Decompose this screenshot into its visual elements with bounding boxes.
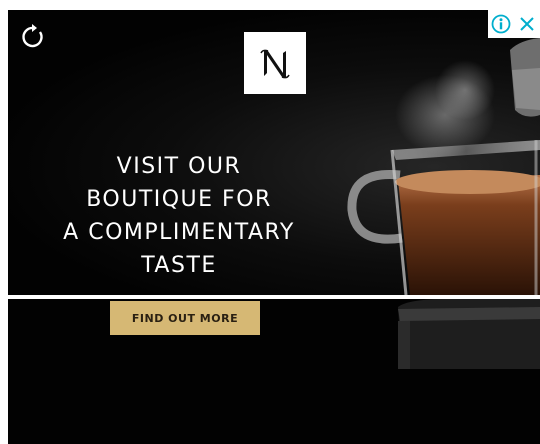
replay-icon[interactable] <box>20 24 46 50</box>
headline-line: BOUTIQUE FOR <box>86 187 272 212</box>
info-icon[interactable] <box>488 10 514 38</box>
ad-banner[interactable]: VISIT OUR BOUTIQUE FOR A COMPLIMENTARY T… <box>8 10 540 444</box>
find-out-more-button[interactable]: FIND OUT MORE <box>110 301 260 335</box>
coffee-cup-image <box>347 38 540 295</box>
headline-line: VISIT OUR <box>116 154 242 179</box>
nespresso-logo-icon[interactable] <box>244 32 306 94</box>
hero-panel: VISIT OUR BOUTIQUE FOR A COMPLIMENTARY T… <box>8 10 540 295</box>
adchoices-bar <box>488 10 540 38</box>
close-icon[interactable] <box>514 10 540 38</box>
coffee-machine-image <box>398 299 540 369</box>
headline-line: A COMPLIMENTARY <box>63 220 295 245</box>
headline: VISIT OUR BOUTIQUE FOR A COMPLIMENTARY T… <box>8 150 350 282</box>
headline-line: TASTE <box>141 253 217 278</box>
